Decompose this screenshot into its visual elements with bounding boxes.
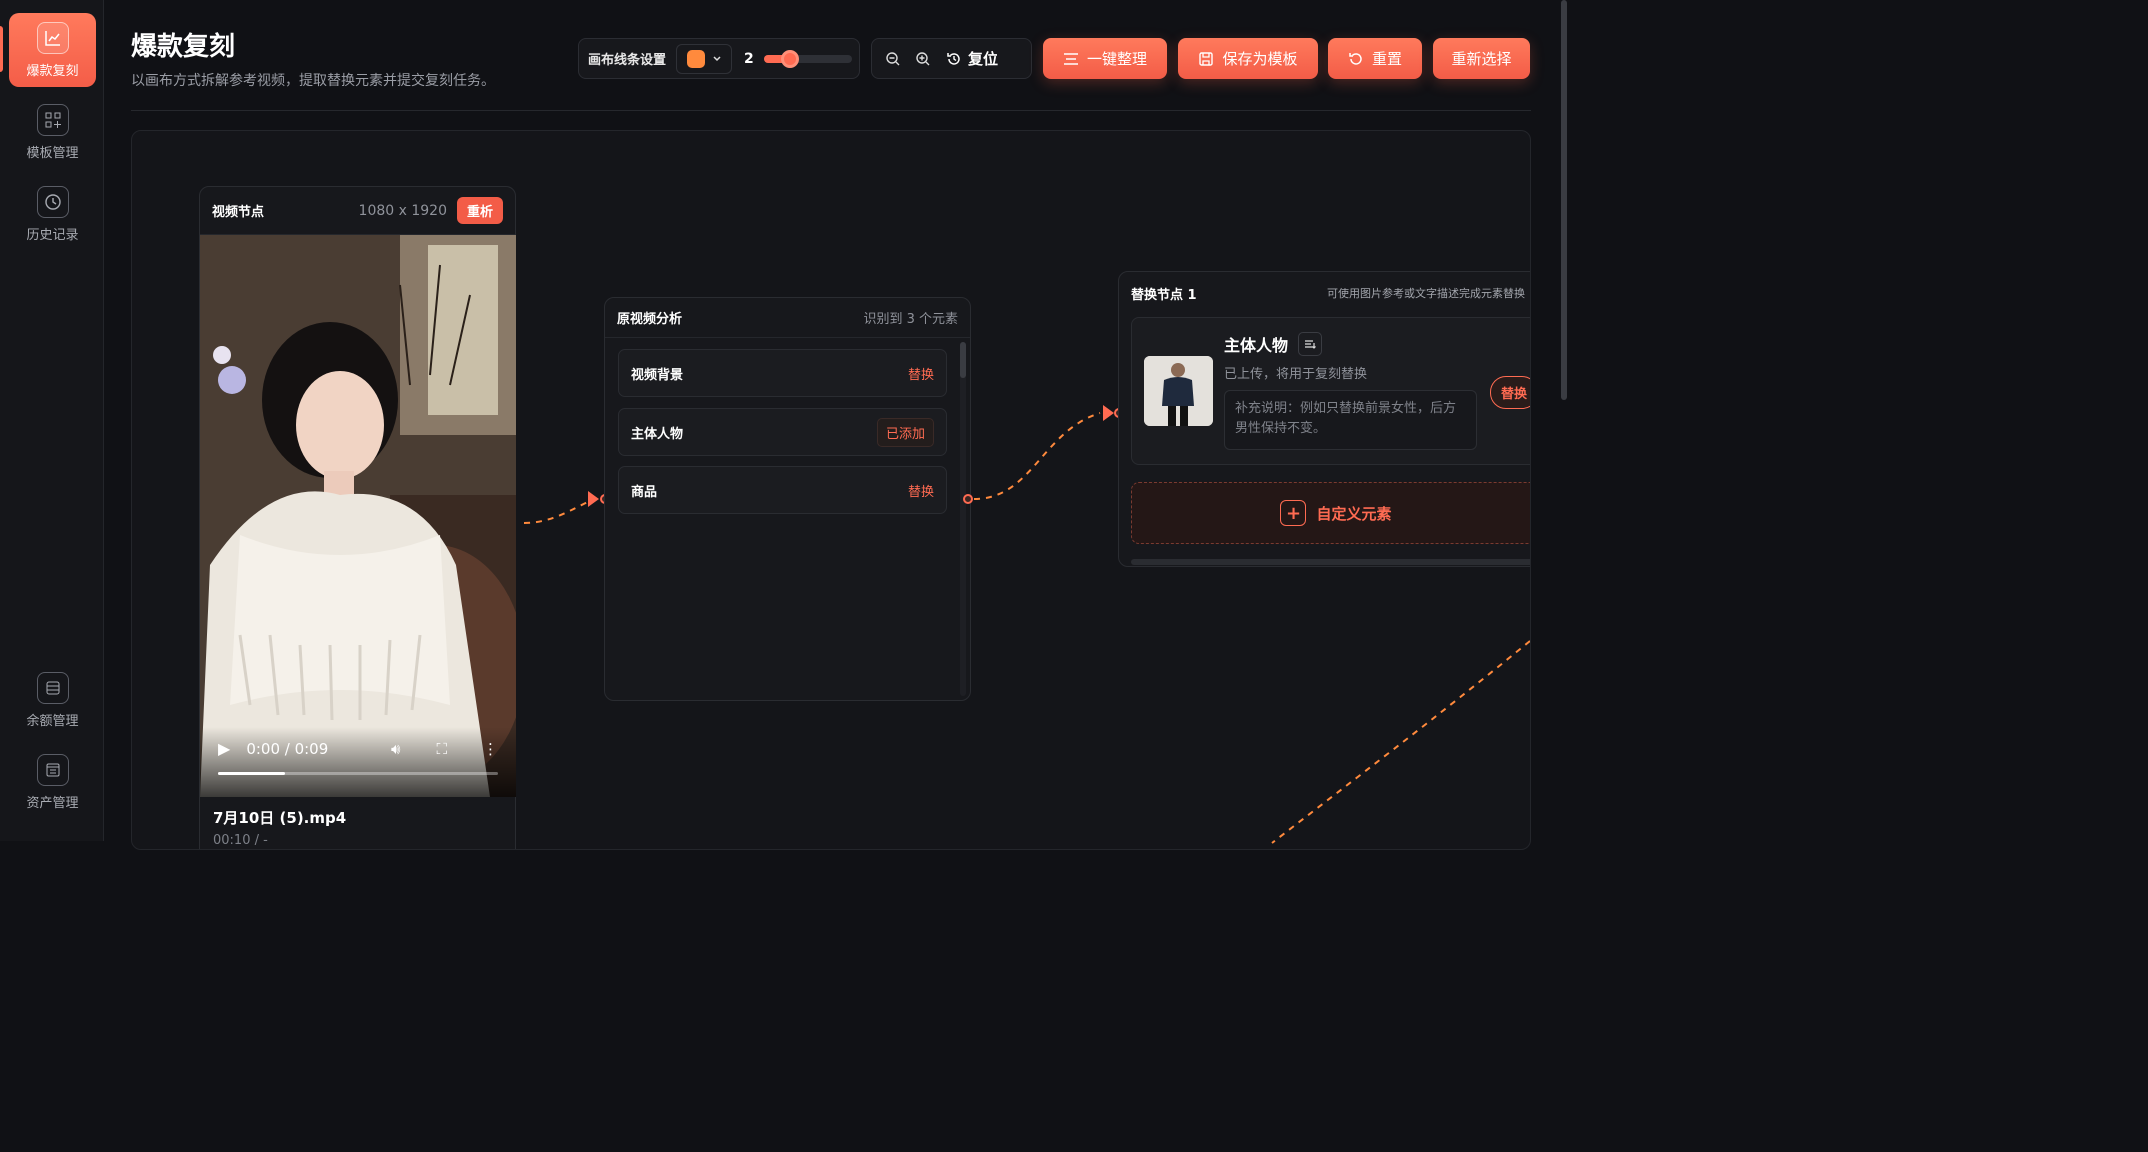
video-node-title: 视频节点	[212, 205, 265, 220]
page-scrollbar[interactable]	[1560, 0, 1568, 841]
custom-element-label: 自定义元素	[1316, 504, 1392, 523]
reset-view-button[interactable]: 复位	[946, 48, 998, 69]
active-indicator	[0, 26, 3, 72]
zoom-controls: 复位	[871, 38, 1032, 79]
color-swatch	[686, 49, 705, 68]
wallet-icon	[36, 671, 69, 704]
element-name: 主体人物	[631, 426, 684, 442]
sidebar-item-history[interactable]: 历史记录	[9, 177, 96, 251]
reselect-label: 重新选择	[1451, 50, 1512, 68]
zoom-in-icon[interactable]	[908, 44, 938, 74]
sidebar-item-templates[interactable]: 模板管理	[9, 95, 96, 169]
element-count: 识别到 3 个元素	[863, 312, 958, 327]
element-added-badge[interactable]: 已添加	[876, 417, 934, 447]
element-row: 主体人物 已添加	[618, 408, 947, 456]
reference-image-thumbnail[interactable]	[1144, 356, 1213, 426]
sidebar-item-label: 爆款复刻	[26, 63, 79, 79]
clock-icon	[36, 185, 69, 218]
custom-element-button[interactable]: + 自定义元素	[1131, 482, 1530, 544]
archive-icon	[36, 753, 69, 786]
chart-line-icon	[36, 21, 69, 54]
slider-knob[interactable]	[781, 49, 800, 68]
plus-icon: +	[1280, 500, 1307, 526]
video-frame-image	[200, 235, 516, 797]
video-node-header: 视频节点 1080 x 1920 重析	[200, 187, 515, 235]
header-divider	[131, 110, 1531, 111]
organize-button[interactable]: 一键整理	[1043, 38, 1167, 79]
save-template-button[interactable]: 保存为模板	[1178, 38, 1318, 79]
sidebar-item-label: 资产管理	[26, 795, 79, 811]
reset-view-label: 复位	[968, 50, 999, 68]
replace-node-header: 替换节点 1 可使用图片参考或文字描述完成元素替换	[1119, 272, 1530, 314]
sidebar-item-assets[interactable]: 资产管理	[9, 745, 96, 819]
line-width-slider[interactable]	[763, 49, 852, 68]
more-options-icon[interactable]: ⋮	[483, 740, 498, 758]
line-settings-label: 画布线条设置	[588, 53, 667, 68]
sidebar-item-label: 模板管理	[26, 145, 79, 161]
analysis-node-title: 原视频分析	[617, 312, 683, 327]
upload-status: 已上传，将用于复刻替换	[1224, 367, 1368, 382]
replace-element-button[interactable]: 替换	[908, 481, 934, 500]
replace-node-title: 替换节点 1	[1131, 287, 1197, 303]
element-row: 商品 替换	[618, 466, 947, 514]
align-icon	[1063, 52, 1078, 65]
video-filename: 7月10日 (5).mp4	[213, 809, 347, 827]
grid-plus-icon	[36, 103, 69, 136]
history-icon	[947, 52, 960, 65]
line-settings: 画布线条设置 2	[578, 38, 860, 79]
video-resolution: 1080 x 1920	[358, 202, 447, 219]
description-textarea[interactable]: 补充说明：例如只替换前景女性，后方男性保持不变。	[1224, 390, 1477, 450]
video-progress-fill	[218, 772, 286, 775]
volume-icon[interactable]: 🔊︎	[391, 740, 400, 758]
output-port[interactable]	[963, 494, 973, 504]
line-width-value: 2	[744, 50, 754, 67]
sidebar: 爆款复刻 模板管理 历史记录 余额管理 资产管理	[0, 0, 104, 841]
reset-label: 重置	[1371, 50, 1402, 68]
video-time: 0:00 / 0:09	[246, 739, 329, 758]
fullscreen-icon[interactable]: ⛶	[436, 740, 447, 758]
video-progress-bar[interactable]	[218, 772, 498, 775]
element-row: 视频背景 替换	[618, 349, 947, 397]
organize-label: 一键整理	[1086, 50, 1147, 68]
analysis-node-header: 原视频分析 识别到 3 个元素	[605, 298, 970, 338]
reselect-button[interactable]: 重新选择	[1433, 38, 1530, 79]
page-subtitle: 以画布方式拆解参考视频，提取替换元素并提交复刻任务。	[131, 73, 495, 89]
workflow-canvas[interactable]: 视频节点 1080 x 1920 重析 ▶ 0:00 / 0:09 🔊︎ ⛶ ⋮…	[131, 130, 1531, 850]
connector-arrow	[1103, 405, 1114, 421]
replace-element-card: 主体人物 已上传，将用于复刻替换 补充说明：例如只替换前景女性，后方男性保持不变…	[1131, 317, 1530, 465]
replace-button[interactable]: 替换	[1490, 376, 1530, 409]
replace-node[interactable]: 替换节点 1 可使用图片参考或文字描述完成元素替换 主体人物 已上传，将用于复刻	[1118, 271, 1530, 567]
sidebar-item-replicate[interactable]: 爆款复刻	[9, 13, 96, 87]
video-duration: 00:10 / -	[213, 833, 268, 848]
sidebar-item-label: 历史记录	[26, 227, 79, 243]
element-name: 视频背景	[631, 367, 684, 383]
sidebar-item-label: 余额管理	[26, 713, 79, 729]
video-node[interactable]: 视频节点 1080 x 1920 重析 ▶ 0:00 / 0:09 🔊︎ ⛶ ⋮…	[199, 186, 516, 849]
connector-arrow	[588, 491, 599, 507]
sort-icon[interactable]	[1298, 332, 1323, 356]
zoom-out-icon[interactable]	[878, 44, 908, 74]
horizontal-scrollbar[interactable]	[1131, 559, 1530, 565]
line-color-picker[interactable]	[676, 43, 733, 74]
replace-element-button[interactable]: 替换	[908, 364, 934, 383]
reanalyze-button[interactable]: 重析	[456, 197, 503, 224]
reset-button[interactable]: 重置	[1328, 38, 1422, 79]
page-title: 爆款复刻	[131, 32, 236, 62]
save-template-label: 保存为模板	[1222, 50, 1298, 68]
refresh-icon	[1349, 52, 1362, 65]
save-icon	[1199, 51, 1214, 66]
analysis-node[interactable]: 原视频分析 识别到 3 个元素 视频背景 替换 主体人物 已添加 商品 替换	[604, 297, 971, 701]
chevron-down-icon	[712, 55, 721, 61]
analysis-scrollbar[interactable]	[960, 342, 966, 696]
video-player[interactable]: ▶ 0:00 / 0:09 🔊︎ ⛶ ⋮	[200, 235, 516, 797]
play-icon[interactable]: ▶	[218, 739, 230, 758]
replace-node-hint: 可使用图片参考或文字描述完成元素替换	[1327, 287, 1525, 300]
element-name: 商品	[631, 484, 658, 500]
video-controls: ▶ 0:00 / 0:09 🔊︎ ⛶ ⋮	[200, 727, 516, 797]
sidebar-item-balance[interactable]: 余额管理	[9, 663, 96, 737]
replace-card-title: 主体人物	[1224, 336, 1289, 355]
